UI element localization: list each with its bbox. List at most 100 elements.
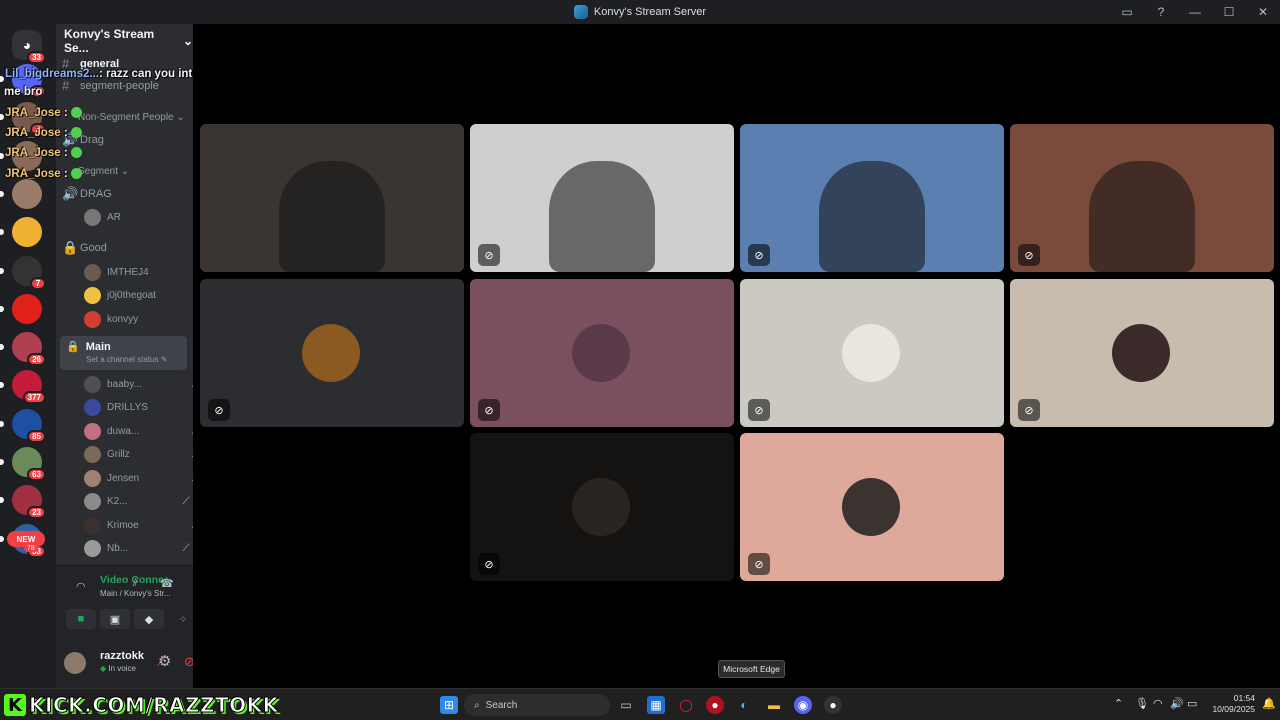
participant-silhouette bbox=[549, 161, 655, 272]
voice-member[interactable]: j0j0thegoat■ bbox=[84, 286, 193, 306]
unread-indicator bbox=[0, 267, 4, 274]
noise-suppression-icon[interactable]: ⫽ bbox=[133, 577, 138, 590]
voice-member[interactable]: Jensen⟋⊘ bbox=[84, 468, 193, 488]
server-icon[interactable] bbox=[0, 140, 42, 171]
video-off-icon: ⊘ bbox=[1018, 244, 1040, 266]
discord-home-icon[interactable]: ◕ 33 bbox=[12, 30, 46, 64]
server-icon[interactable] bbox=[0, 293, 42, 324]
notification-badge: 377 bbox=[22, 391, 46, 405]
screen-share-button[interactable]: ▣ bbox=[100, 609, 130, 629]
channel-status[interactable]: Set a channel status ✎ bbox=[86, 355, 187, 364]
participant-avatar-tile[interactable]: ⊘ bbox=[1010, 279, 1274, 427]
participant-video-tile[interactable] bbox=[200, 124, 464, 272]
participant-video-tile[interactable]: ⊘ bbox=[1010, 124, 1274, 272]
category-non-segment[interactable]: Non-Segment People ⌄ bbox=[78, 112, 185, 123]
participant-avatar-tile[interactable]: ⊘ bbox=[740, 279, 1004, 427]
avatar bbox=[84, 208, 101, 226]
server-icon[interactable]: 1 bbox=[0, 64, 46, 98]
deafen-icon[interactable]: ⊘ bbox=[184, 654, 193, 670]
volume-icon[interactable]: 🔊 bbox=[1170, 697, 1184, 710]
channel-drag[interactable]: 🔊 Drag bbox=[62, 132, 104, 148]
channel-drag-voice[interactable]: 🔊 DRAG bbox=[62, 186, 112, 202]
maximize-button[interactable]: ☐ bbox=[1212, 5, 1246, 19]
category-segment[interactable]: Segment ⌄ bbox=[78, 166, 129, 177]
channel-sidebar: Konvy's Stream Se... ⌄ # general # segme… bbox=[56, 24, 193, 688]
minimize-button[interactable]: — bbox=[1178, 5, 1212, 19]
clock[interactable]: 01:54 10/09/2025 bbox=[1205, 693, 1255, 715]
server-icon[interactable]: 85 bbox=[0, 408, 46, 443]
participant-avatar bbox=[572, 478, 630, 536]
help-icon[interactable]: ? bbox=[1144, 5, 1178, 19]
server-icon[interactable]: 377 bbox=[0, 370, 46, 405]
battery-icon[interactable]: ▭ bbox=[1187, 697, 1197, 710]
chevron-up-icon[interactable]: ⌃ bbox=[1114, 697, 1123, 710]
task-view-icon[interactable]: ▭ bbox=[617, 696, 635, 714]
windows-start-icon[interactable]: ⊞ bbox=[440, 696, 458, 714]
lock-icon: 🔒 bbox=[62, 240, 79, 255]
participant-avatar-tile[interactable]: ⊘ bbox=[470, 279, 734, 427]
voice-member[interactable]: Nb...⟋⊘■ bbox=[84, 539, 193, 559]
unread-indicator bbox=[0, 229, 4, 236]
server-icon[interactable]: 63 bbox=[0, 447, 46, 481]
server-icon[interactable]: 7 bbox=[0, 255, 46, 290]
server-icon[interactable]: 2 bbox=[0, 102, 46, 137]
video-off-icon: ⊘ bbox=[478, 399, 500, 421]
network-icon[interactable]: ◠ bbox=[1153, 697, 1163, 710]
voice-member[interactable]: Krimoe⟋⊘ bbox=[84, 515, 193, 535]
discord-icon[interactable]: ◉ bbox=[794, 696, 812, 714]
avatar bbox=[84, 540, 101, 557]
voice-member[interactable]: K2...⟋⊘■ bbox=[84, 492, 193, 512]
server-name-header[interactable]: Konvy's Stream Se... ⌄ bbox=[56, 24, 193, 58]
participant-video-tile[interactable]: ⊘ bbox=[740, 124, 1004, 272]
kick-overlay: K KICK.COM/RAZZTOKK bbox=[4, 693, 279, 718]
soundboard-button[interactable]: ✧ bbox=[168, 609, 193, 629]
settings-gear-icon[interactable]: ⚙ bbox=[158, 652, 171, 670]
opera-icon[interactable]: ◯ bbox=[677, 696, 695, 714]
taskbar-search[interactable]: ⌕ Search bbox=[464, 694, 610, 716]
user-avatar[interactable] bbox=[64, 652, 86, 674]
voice-member[interactable]: Grillz⟋⊘ bbox=[84, 445, 193, 465]
activity-button[interactable]: ◆ bbox=[134, 609, 164, 629]
unread-indicator bbox=[0, 76, 4, 82]
voice-member[interactable]: AR bbox=[84, 207, 193, 227]
voice-member[interactable]: baaby...⟋⊘ bbox=[84, 374, 193, 394]
microphone-icon[interactable]: 🎙 bbox=[1135, 697, 1149, 710]
unread-indicator bbox=[0, 497, 4, 504]
server-icon[interactable] bbox=[0, 217, 42, 248]
app-icon[interactable]: ● bbox=[706, 696, 724, 714]
picture-in-picture-icon[interactable]: ▭ bbox=[1110, 5, 1144, 19]
avatar bbox=[84, 446, 101, 463]
channel-main[interactable]: 🔒 Main Set a channel status ✎ bbox=[60, 336, 187, 370]
app-icon[interactable]: ● bbox=[824, 696, 842, 714]
voice-member[interactable]: IMTHEJ4■ bbox=[84, 262, 193, 282]
channel-good[interactable]: 🔒 Good bbox=[62, 240, 107, 256]
channel-general[interactable]: # general bbox=[62, 56, 119, 71]
close-button[interactable]: ✕ bbox=[1246, 5, 1280, 19]
voice-location[interactable]: Main / Konvy's Str... bbox=[100, 589, 170, 598]
camera-button[interactable]: ■ bbox=[66, 609, 96, 629]
notification-badge: 26 bbox=[27, 353, 46, 367]
voice-member[interactable]: konvyy■ bbox=[84, 309, 193, 329]
server-list: ◕331272637785632333NEW78 bbox=[0, 24, 56, 688]
file-explorer-icon[interactable]: ▬ bbox=[765, 696, 783, 714]
hash-icon: # bbox=[62, 56, 70, 71]
server-icon[interactable]: 26 bbox=[0, 332, 46, 367]
unread-indicator bbox=[0, 420, 4, 427]
voice-member[interactable]: duwa...⟋⊘ bbox=[84, 421, 193, 441]
participant-avatar-tile[interactable]: ⊘ bbox=[200, 279, 464, 427]
window-controls: ▭ ? — ☐ ✕ bbox=[1110, 0, 1280, 24]
disconnect-icon[interactable]: ☎ bbox=[160, 577, 174, 590]
store-icon[interactable]: ▦ bbox=[647, 696, 665, 714]
participant-silhouette bbox=[279, 161, 385, 272]
voice-member[interactable]: DRILLYS■ bbox=[84, 398, 193, 418]
signal-icon[interactable]: ◠ bbox=[76, 580, 86, 593]
channel-segment-people[interactable]: # segment-people bbox=[62, 78, 159, 93]
taskbar: K KICK.COM/RAZZTOKK ⊞ ⌕ Search ▭ ▦ ◯ ● ◐… bbox=[0, 688, 1280, 720]
participant-avatar-tile[interactable]: ⊘ bbox=[470, 433, 734, 581]
participant-video-tile[interactable]: ⊘ bbox=[470, 124, 734, 272]
server-icon[interactable]: 23 bbox=[0, 485, 46, 520]
edge-icon[interactable]: ◐ bbox=[735, 696, 753, 714]
notification-bell-icon[interactable]: 🔔 bbox=[1262, 697, 1276, 710]
participant-avatar-tile[interactable]: ⊘ bbox=[740, 433, 1004, 581]
server-icon[interactable] bbox=[0, 178, 42, 209]
